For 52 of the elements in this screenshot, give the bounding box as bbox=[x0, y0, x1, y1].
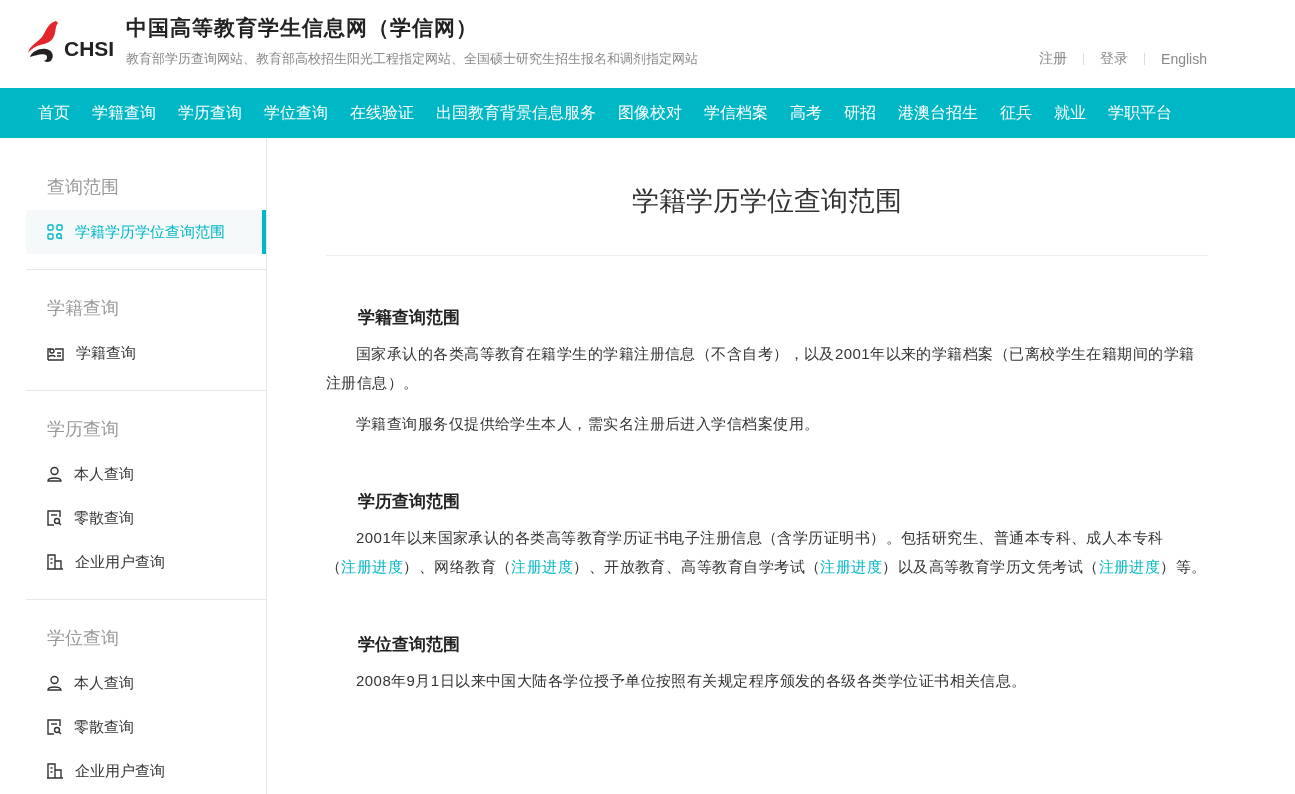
nav-item[interactable]: 就业 bbox=[1043, 102, 1097, 124]
header-link[interactable]: English bbox=[1161, 51, 1207, 67]
nav-item[interactable]: 在线验证 bbox=[339, 102, 425, 124]
header-link[interactable]: 注册 bbox=[1039, 50, 1068, 68]
paragraph: 2008年9月1日以来中国大陆各学位授予单位按照有关规定程序颁发的各级各类学位证书相关信息。 bbox=[355, 671, 1028, 691]
nav-item[interactable]: 出国教育背景信息服务 bbox=[425, 102, 607, 124]
progress-link[interactable]: 注册进度 bbox=[341, 558, 404, 575]
section-heading: 学籍查询范围 bbox=[358, 307, 461, 329]
person-icon bbox=[47, 466, 62, 482]
document-search-icon bbox=[47, 719, 62, 735]
sidebar-group-title: 学历查询 bbox=[46, 418, 120, 441]
paragraph: 2001年以来国家承认的各类高等教育学历证书电子注册信息（含学历证明书）。包括研究生、普通本专科、成人本专科（注册进度）、网络教育（注册进度）、开放教育、高等教育自学考试（注册进度）以及高等教育学历文凭考试（注册进度）等。 bbox=[326, 528, 1208, 577]
sidebar-item[interactable]: 企业用户查询 bbox=[26, 749, 266, 793]
nav-item[interactable]: 首页 bbox=[27, 102, 81, 124]
section-heading: 学历查询范围 bbox=[358, 491, 461, 513]
paragraph: 学籍查询服务仅提供给学生本人，需实名注册后进入学信档案使用。 bbox=[355, 414, 821, 434]
nav-item[interactable]: 学位查询 bbox=[253, 102, 339, 124]
page-title: 学籍学历学位查询范围 bbox=[326, 138, 1208, 256]
sidebar-item[interactable]: 零散查询 bbox=[26, 705, 266, 749]
sidebar-item[interactable]: 本人查询 bbox=[26, 661, 266, 705]
paragraph: 国家承认的各类高等教育在籍学生的学籍注册信息（不含自考），以及2001年以来的学籍档案（已离校学生在籍期间的学籍注册信息）。 bbox=[326, 344, 1196, 393]
sidebar-item[interactable]: 本人查询 bbox=[26, 452, 266, 496]
nav-item[interactable]: 港澳台招生 bbox=[887, 102, 989, 124]
building-icon bbox=[47, 763, 63, 779]
progress-link[interactable]: 注册进度 bbox=[820, 558, 883, 575]
sidebar-item[interactable]: 学籍查询 bbox=[26, 331, 266, 375]
progress-link[interactable]: 注册进度 bbox=[511, 558, 574, 575]
section-heading: 学位查询范围 bbox=[358, 634, 461, 656]
sidebar-item[interactable]: 零散查询 bbox=[26, 496, 266, 540]
sidebar-item[interactable]: 学籍学历学位查询范围 bbox=[26, 210, 266, 254]
sidebar-item[interactable]: 企业用户查询 bbox=[26, 540, 266, 584]
logo-text: CHSI bbox=[64, 38, 115, 62]
nav-item[interactable]: 研招 bbox=[833, 102, 887, 124]
site-subtitle: 教育部学历查询网站、教育部高校招生阳光工程指定网站、全国硕士研究生招生报名和调剂指定网站 bbox=[126, 50, 699, 68]
sidebar-group-title: 学位查询 bbox=[46, 627, 120, 650]
nav-item[interactable]: 学历查询 bbox=[167, 102, 253, 124]
document-search-icon bbox=[47, 510, 62, 526]
id-card-icon bbox=[47, 345, 64, 361]
site-title: 中国高等教育学生信息网（学信网） bbox=[126, 15, 480, 41]
nav-item[interactable]: 学籍查询 bbox=[81, 102, 167, 124]
nav-item[interactable]: 图像校对 bbox=[607, 102, 693, 124]
person-icon bbox=[47, 675, 62, 691]
nav-item[interactable]: 学职平台 bbox=[1097, 102, 1183, 124]
nav-item[interactable]: 学信档案 bbox=[693, 102, 779, 124]
header-link[interactable]: 登录 bbox=[1100, 50, 1129, 68]
building-icon bbox=[47, 554, 63, 570]
grid-search-icon bbox=[47, 224, 63, 240]
nav-item[interactable]: 征兵 bbox=[989, 102, 1043, 124]
sidebar-group-title: 学籍查询 bbox=[46, 297, 120, 320]
sidebar-group-title: 查询范围 bbox=[46, 176, 120, 199]
nav-item[interactable]: 高考 bbox=[779, 102, 833, 124]
progress-link[interactable]: 注册进度 bbox=[1098, 558, 1161, 575]
